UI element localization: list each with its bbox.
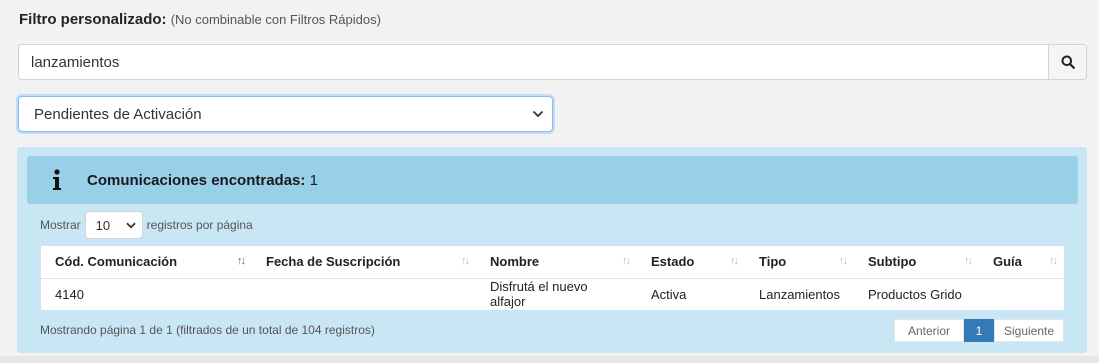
results-count-text: Comunicaciones encontradas: 1: [87, 172, 318, 189]
search-input[interactable]: [18, 44, 1048, 80]
length-prefix: Mostrar: [40, 218, 81, 232]
cell-tipo: Lanzamientos: [759, 286, 840, 302]
filter-label: Filtro personalizado: (No combinable con…: [19, 11, 381, 28]
cell-codigo: 4140: [55, 286, 84, 302]
search-button[interactable]: [1048, 44, 1087, 80]
status-select-value: Pendientes de Activación: [34, 105, 202, 123]
sort-icon: ↑↓: [1049, 255, 1058, 267]
table-header-row: Cód. Comunicación ↑↓ Fecha de Suscripción…: [41, 246, 1064, 278]
sort-icon: ↑↓: [963, 255, 973, 267]
pagination-info: Mostrando página 1 de 1 (filtrados de un…: [40, 323, 375, 337]
page-length-value: 10: [95, 217, 111, 233]
results-panel: Comunicaciones encontradas: 1 Mostrar 10…: [17, 147, 1087, 353]
pagination: Anterior 1 Siguiente: [894, 319, 1064, 342]
cell-fecha: [252, 278, 476, 310]
column-header-codigo[interactable]: Cód. Comunicación ↑↓: [41, 246, 252, 278]
filter-title: Filtro personalizado:: [19, 11, 167, 28]
previous-page-button[interactable]: Anterior: [894, 319, 964, 342]
column-header-estado[interactable]: Estado ↑↓: [637, 246, 745, 278]
chevron-down-icon: [532, 110, 544, 118]
next-page-button[interactable]: Siguiente: [994, 319, 1064, 342]
results-alert: Comunicaciones encontradas: 1: [27, 156, 1078, 204]
sort-icon: ↑↓: [237, 255, 246, 267]
chevron-down-icon: [126, 222, 136, 228]
length-suffix: registros por página: [146, 218, 253, 232]
column-header-fecha[interactable]: Fecha de Suscripción ↑↓: [252, 246, 476, 278]
sort-icon: ↑↓: [622, 255, 631, 267]
page-length-select[interactable]: 10: [84, 211, 143, 239]
sort-icon: ↑↓: [461, 255, 470, 267]
results-count: 1: [309, 171, 318, 189]
column-header-guia[interactable]: Guía ↑↓: [979, 246, 1064, 278]
cell-subtipo: Productos Grido: [867, 286, 962, 302]
search-icon: [1061, 55, 1075, 69]
results-label: Comunicaciones encontradas:: [87, 171, 306, 189]
cell-estado: Activa: [651, 286, 687, 302]
filter-note: (No combinable con Filtros Rápidos): [170, 12, 381, 27]
status-select[interactable]: Pendientes de Activación: [18, 96, 553, 132]
bottom-divider: [0, 356, 1099, 363]
column-header-subtipo[interactable]: Subtipo ↑↓: [854, 246, 979, 278]
sort-icon: ↑↓: [730, 255, 739, 267]
search-group: [18, 44, 1087, 80]
page-1-button[interactable]: 1: [964, 319, 994, 342]
cell-guia: [979, 278, 1064, 310]
sort-icon: ↑↓: [838, 255, 848, 267]
table-row[interactable]: 4140 Disfrutá el nuevo alfajor Activa La…: [41, 278, 1064, 310]
results-table: Cód. Comunicación ↑↓ Fecha de Suscripción…: [41, 246, 1064, 310]
column-header-nombre[interactable]: Nombre ↑↓: [476, 246, 637, 278]
info-icon: [47, 169, 67, 191]
cell-nombre: Disfrutá el nuevo alfajor: [490, 279, 588, 310]
column-header-tipo[interactable]: Tipo ↑↓: [745, 246, 854, 278]
page-length-control: Mostrar 10 registros por página: [40, 210, 253, 240]
